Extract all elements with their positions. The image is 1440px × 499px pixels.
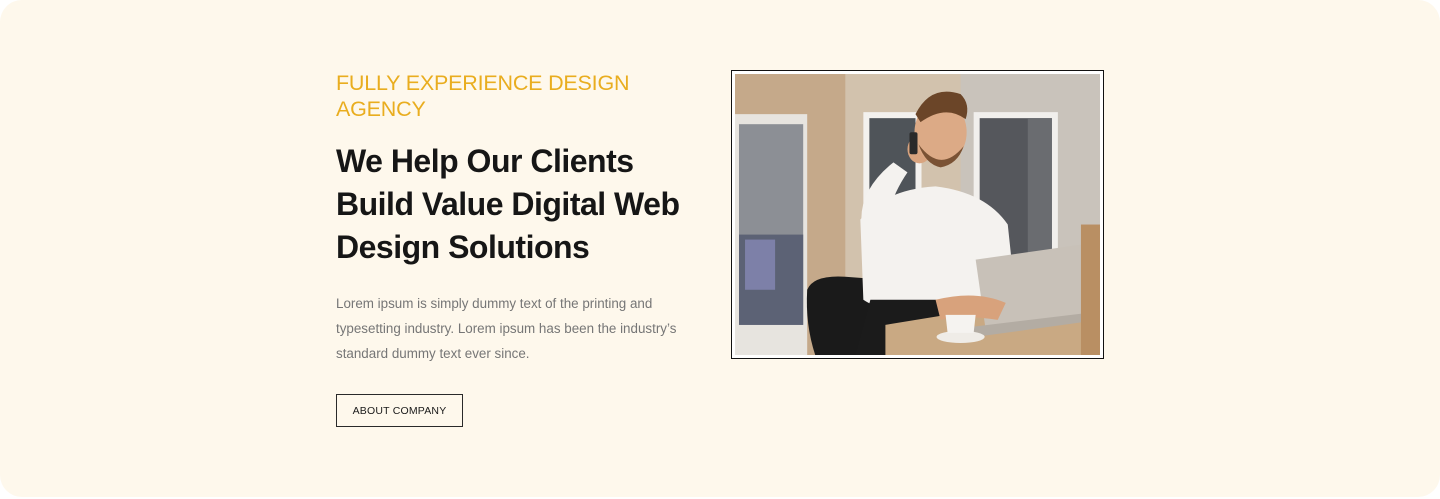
- hero-section: FULLY EXPERIENCE DESIGN AGENCY We Help O…: [0, 0, 1440, 497]
- eyebrow-label: FULLY EXPERIENCE DESIGN AGENCY: [336, 71, 630, 121]
- about-company-button[interactable]: ABOUT COMPANY: [336, 394, 463, 427]
- photo-illustration: [735, 74, 1100, 355]
- man-on-phone-photo: [735, 74, 1100, 355]
- hero-description: Lorem ipsum is simply dummy text of the …: [336, 296, 677, 361]
- hero-text-column: FULLY EXPERIENCE DESIGN AGENCY We Help O…: [336, 70, 716, 366]
- hero-image-frame: [731, 70, 1104, 359]
- hero-headline: We Help Our Clients Build Value Digital …: [336, 143, 680, 265]
